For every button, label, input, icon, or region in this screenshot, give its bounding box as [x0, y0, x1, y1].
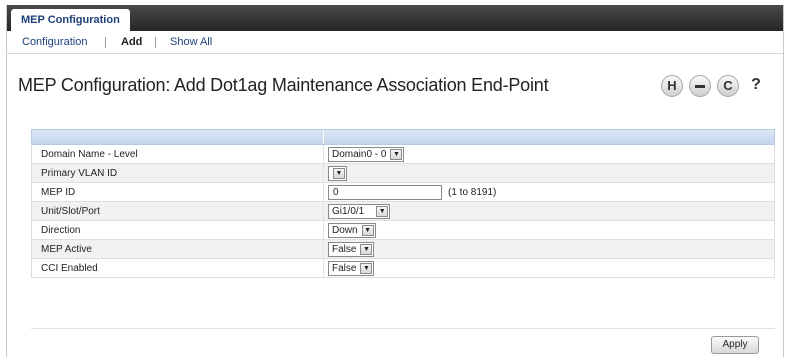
column-divider — [323, 130, 324, 144]
mep-id-range-hint: (1 to 8191) — [448, 187, 497, 198]
subnav-configuration[interactable]: Configuration — [22, 36, 87, 48]
row-primary-vlan-id: Primary VLAN ID ▼ — [31, 164, 775, 183]
column-divider — [323, 259, 324, 277]
mep-active-select[interactable]: False ▼ — [328, 242, 375, 257]
cci-enabled-value: False — [332, 263, 357, 274]
unit-slot-port-label: Unit/Slot/Port — [41, 206, 100, 217]
column-divider — [323, 145, 324, 163]
apply-button[interactable]: Apply — [711, 336, 759, 354]
row-mep-active: MEP Active False ▼ — [31, 240, 775, 259]
top-tab-bar: MEP Configuration — [7, 5, 783, 31]
cci-enabled-label: CCI Enabled — [41, 263, 98, 274]
unit-slot-port-value: Gi1/0/1 — [332, 206, 365, 217]
row-direction: Direction Down ▼ — [31, 221, 775, 240]
tab-mep-configuration[interactable]: MEP Configuration — [11, 9, 130, 31]
direction-label: Direction — [41, 225, 81, 236]
refresh-icon[interactable]: C — [717, 75, 739, 97]
primary-vlan-id-select[interactable]: ▼ — [328, 166, 347, 181]
mep-form-table: Domain Name - Level Domain0 - 0 ▼ Primary… — [31, 129, 775, 278]
save-icon[interactable]: H — [661, 75, 683, 97]
row-cci-enabled: CCI Enabled False ▼ — [31, 259, 775, 278]
direction-value: Down — [332, 225, 358, 236]
column-divider — [323, 240, 324, 258]
subnav-add[interactable]: Add — [121, 36, 142, 48]
cci-enabled-select[interactable]: False ▼ — [328, 261, 375, 276]
primary-vlan-id-label: Primary VLAN ID — [41, 168, 118, 179]
chevron-down-icon: ▼ — [333, 168, 345, 179]
domain-name-level-label: Domain Name - Level — [41, 149, 138, 160]
chevron-down-icon: ▼ — [376, 206, 389, 217]
row-domain-name-level: Domain Name - Level Domain0 - 0 ▼ — [31, 145, 775, 164]
unit-slot-port-select[interactable]: Gi1/0/1 ▼ — [328, 204, 391, 219]
footer-divider — [31, 328, 775, 329]
mep-id-input[interactable]: 0 — [328, 185, 442, 200]
page-title: MEP Configuration: Add Dot1ag Maintenanc… — [18, 75, 549, 95]
chevron-down-icon: ▼ — [361, 225, 374, 236]
direction-select[interactable]: Down ▼ — [328, 223, 376, 238]
help-icon[interactable]: ? — [745, 75, 767, 97]
subnav-divider — [105, 37, 106, 48]
mep-id-label: MEP ID — [41, 187, 76, 198]
mep-active-label: MEP Active — [41, 244, 92, 255]
column-divider — [323, 221, 324, 239]
table-header — [31, 129, 775, 145]
chevron-down-icon: ▼ — [360, 263, 373, 274]
row-unit-slot-port: Unit/Slot/Port Gi1/0/1 ▼ — [31, 202, 775, 221]
print-icon[interactable]: ▬ — [689, 75, 711, 97]
column-divider — [323, 183, 324, 201]
subnav-divider — [155, 37, 156, 48]
sub-navigation: Configuration Add Show All — [7, 31, 783, 54]
row-mep-id: MEP ID 0 (1 to 8191) — [31, 183, 775, 202]
subnav-show-all[interactable]: Show All — [170, 36, 212, 48]
domain-name-level-value: Domain0 - 0 — [332, 149, 387, 160]
app-frame: MEP Configuration Configuration Add Show… — [6, 5, 784, 357]
domain-name-level-select[interactable]: Domain0 - 0 ▼ — [328, 147, 405, 162]
chevron-down-icon: ▼ — [360, 244, 373, 255]
chevron-down-icon: ▼ — [390, 149, 403, 160]
column-divider — [323, 164, 324, 182]
mep-active-value: False — [332, 244, 357, 255]
column-divider — [323, 202, 324, 220]
